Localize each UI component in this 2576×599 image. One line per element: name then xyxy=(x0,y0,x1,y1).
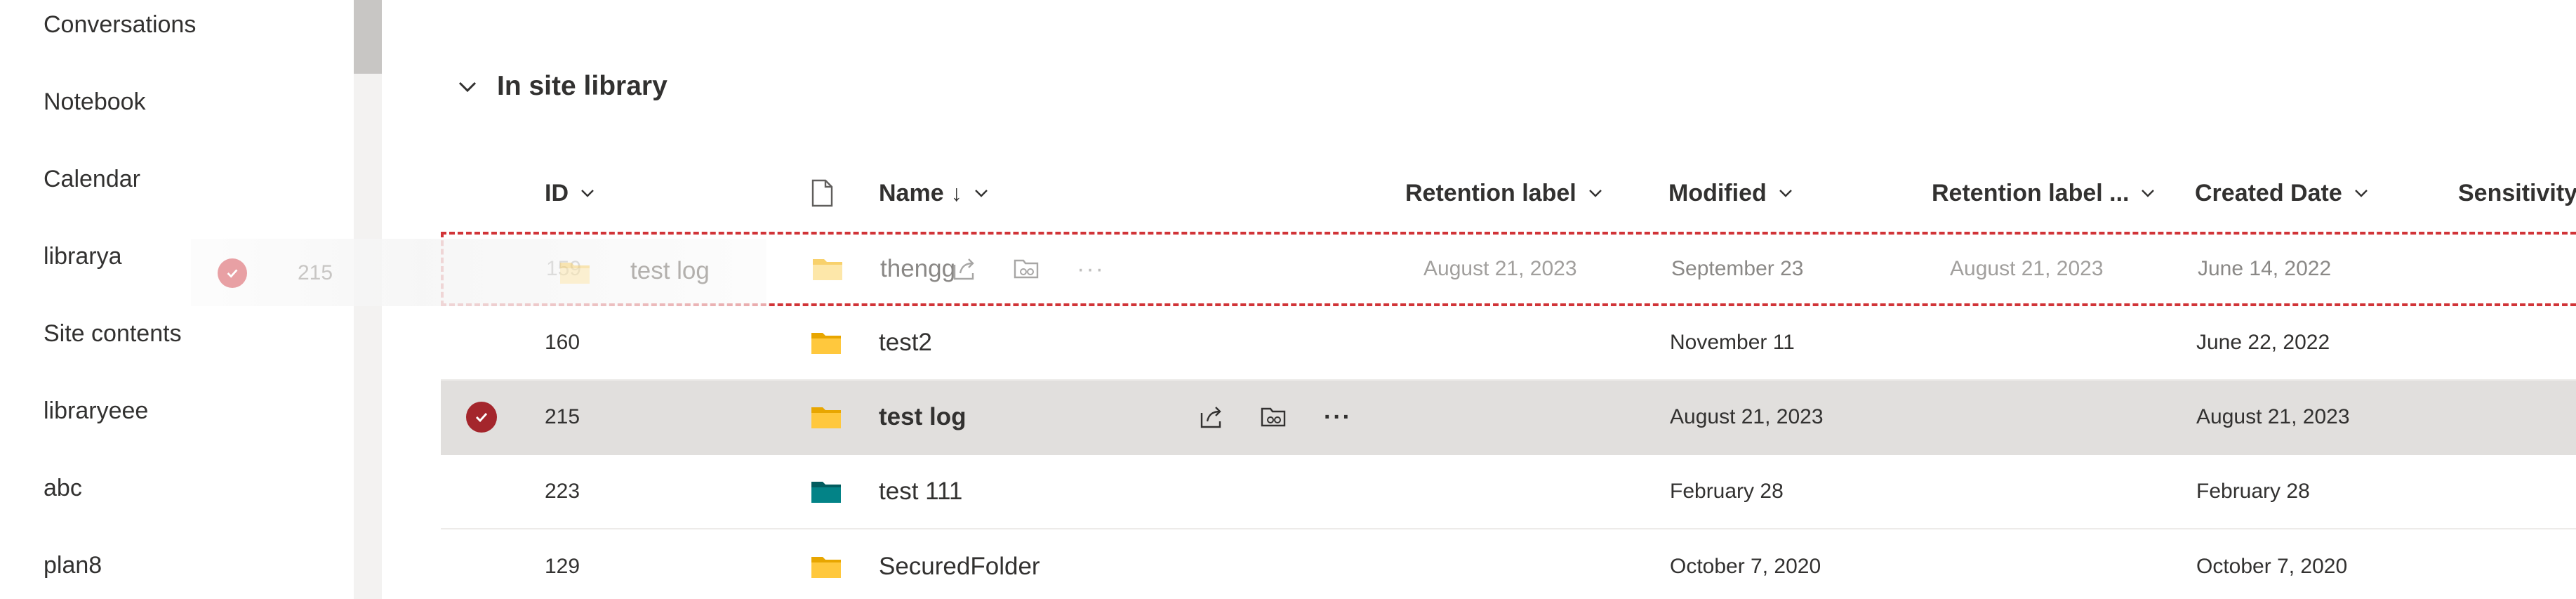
table-row-selected[interactable]: 215 test log ··· August 21, 2023 August … xyxy=(441,381,2576,455)
nav-item-libraryeee[interactable]: libraryeee xyxy=(44,399,148,423)
chevron-down-icon xyxy=(974,190,988,197)
nav-item-notebook[interactable]: Notebook xyxy=(44,90,146,114)
row-retention-label-applied: August 21, 2023 xyxy=(1950,257,2104,280)
chevron-down-icon xyxy=(2142,190,2155,197)
column-header-name-label: Name xyxy=(879,179,944,206)
sort-descending-icon: ↓ xyxy=(950,180,962,206)
row-created-date: August 21, 2023 xyxy=(2196,405,2350,428)
folder-move-icon[interactable] xyxy=(1259,381,1287,454)
drag-ghost-id: 215 xyxy=(298,261,333,284)
nav-item-calendar[interactable]: Calendar xyxy=(44,167,140,191)
column-header-sensitivity-label: Sensitivity xyxy=(2458,179,2576,206)
chevron-down-icon xyxy=(1779,190,1792,197)
row-name[interactable]: thengg xyxy=(880,235,955,303)
more-options-icon[interactable]: ··· xyxy=(1324,381,1352,454)
chevron-down-icon xyxy=(581,190,594,197)
chevron-down-icon xyxy=(458,81,477,93)
folder-icon xyxy=(810,381,842,454)
row-modified: August 21, 2023 xyxy=(1670,405,1824,428)
row-modified: September 23 xyxy=(1671,257,1804,280)
nav-scrollbar-thumb[interactable] xyxy=(354,0,382,74)
row-modified: November 11 xyxy=(1670,331,1795,354)
nav-item-site-contents[interactable]: Site contents xyxy=(44,322,182,345)
nav-item-conversations[interactable]: Conversations xyxy=(44,13,196,37)
chevron-down-icon xyxy=(1588,190,1602,197)
row-modified: February 28 xyxy=(1670,480,1784,503)
more-options-icon[interactable]: ··· xyxy=(1077,235,1105,303)
row-id: 223 xyxy=(545,480,580,503)
folder-move-icon[interactable] xyxy=(1012,235,1040,303)
group-header-in-site-library[interactable]: In site library xyxy=(456,67,668,105)
share-icon[interactable] xyxy=(1197,381,1226,454)
checkmark-icon xyxy=(466,402,497,433)
row-created-date: June 14, 2022 xyxy=(2198,257,2332,280)
folder-icon xyxy=(810,529,842,599)
nav-item-abc[interactable]: abc xyxy=(44,476,82,500)
nav-item-librarya[interactable]: librarya xyxy=(44,244,121,268)
file-type-icon xyxy=(811,179,833,207)
column-header-retention-label[interactable]: Retention label xyxy=(1405,177,1605,209)
column-header-modified-label: Modified xyxy=(1668,179,1767,206)
folder-icon xyxy=(811,235,844,303)
row-checkbox[interactable] xyxy=(466,381,497,454)
row-modified: October 7, 2020 xyxy=(1670,555,1821,578)
column-header-created-date-label: Created Date xyxy=(2195,179,2342,206)
nav-item-plan8[interactable]: plan8 xyxy=(44,553,102,577)
column-header-modified[interactable]: Modified xyxy=(1668,177,1795,209)
group-title: In site library xyxy=(497,71,668,101)
row-created-date: June 22, 2022 xyxy=(2196,331,2330,354)
row-id: 129 xyxy=(545,555,580,578)
column-header-retention-label-applied[interactable]: Retention label ... xyxy=(1932,177,2157,209)
share-icon[interactable] xyxy=(950,235,978,303)
row-name[interactable]: test2 xyxy=(879,306,932,379)
table-row[interactable]: 223 test 111 February 28 February 28 xyxy=(441,455,2576,529)
folder-icon xyxy=(560,263,590,284)
row-id: 215 xyxy=(545,405,580,428)
checkmark-icon xyxy=(218,258,247,288)
column-header-retention-label-applied-text: Retention label ... xyxy=(1932,179,2130,206)
column-header-id[interactable]: ID xyxy=(545,177,597,209)
row-created-date: October 7, 2020 xyxy=(2196,555,2348,578)
table-row[interactable]: 160 test2 November 11 June 22, 2022 xyxy=(441,306,2576,381)
column-header-created-date[interactable]: Created Date xyxy=(2195,177,2370,209)
folder-icon xyxy=(810,306,842,379)
column-header-id-label: ID xyxy=(545,179,569,206)
column-header-file-type[interactable] xyxy=(810,177,834,209)
column-header-sensitivity[interactable]: Sensitivity xyxy=(2458,177,2576,209)
row-id: 160 xyxy=(545,331,580,354)
row-name[interactable]: test log xyxy=(879,381,966,454)
table-row[interactable]: 129 SecuredFolder October 7, 2020 Octobe… xyxy=(441,529,2576,599)
row-retention-label: August 21, 2023 xyxy=(1423,257,1577,280)
row-created-date: February 28 xyxy=(2196,480,2310,503)
row-name[interactable]: SecuredFolder xyxy=(879,529,1040,599)
folder-icon xyxy=(810,455,842,528)
chevron-down-icon xyxy=(2354,190,2368,197)
drag-ghost-name: test log xyxy=(630,257,710,284)
column-header-name[interactable]: Name ↓ xyxy=(879,177,990,209)
row-name[interactable]: test 111 xyxy=(879,455,962,528)
column-header-retention-label-text: Retention label xyxy=(1405,179,1576,206)
